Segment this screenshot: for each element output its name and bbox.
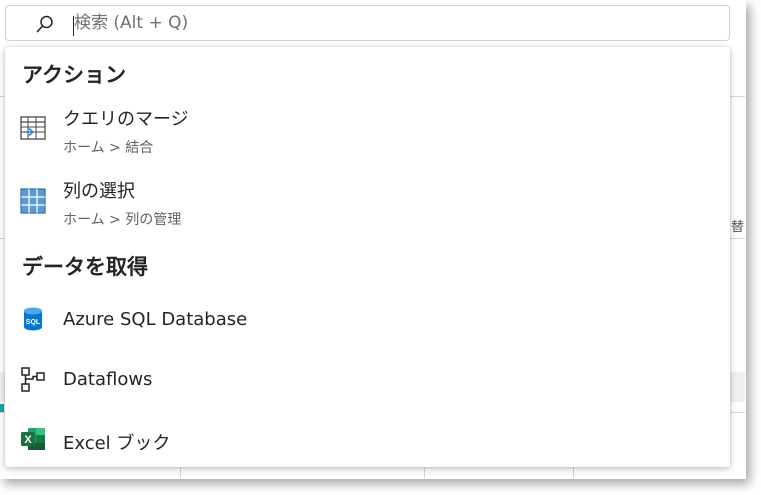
text-caret	[73, 16, 74, 36]
background-accent-bar	[0, 404, 4, 412]
result-item-label: Excel ブック	[63, 433, 171, 454]
dataflows-icon	[21, 367, 45, 392]
section-header-actions: アクション	[22, 63, 126, 87]
result-item-choose-columns[interactable]: 列の選択 ホーム > 列の管理	[5, 171, 730, 235]
result-item-path: ホーム > 列の管理	[63, 212, 182, 228]
svg-text:SQL: SQL	[26, 319, 41, 326]
search-input[interactable]	[70, 9, 710, 37]
choose-columns-icon	[20, 188, 46, 214]
result-item-path: ホーム > 結合	[63, 140, 154, 156]
search-icon	[36, 15, 53, 33]
merge-queries-icon	[20, 116, 46, 140]
excel-workbook-icon: X	[21, 428, 45, 450]
result-item-label: Dataflows	[63, 369, 153, 390]
result-item-excel-workbook[interactable]: X Excel ブック	[5, 417, 730, 463]
result-item-label: 列の選択	[63, 181, 135, 202]
result-item-azure-sql-database[interactable]: SQL Azure SQL Database	[5, 297, 730, 343]
azure-sql-database-icon: SQL	[24, 307, 42, 331]
search-results-dropdown: アクション クエリのマージ ホーム > 結合 列の選択 ホーム > 列の管理 デ…	[5, 47, 730, 467]
result-item-merge-queries[interactable]: クエリのマージ ホーム > 結合	[5, 99, 730, 163]
result-item-label: Azure SQL Database	[63, 309, 248, 330]
result-item-label: クエリのマージ	[63, 109, 189, 130]
svg-text:X: X	[24, 434, 32, 446]
search-box[interactable]	[5, 5, 730, 41]
background-fragment-label: 替	[731, 220, 745, 235]
section-header-get-data: データを取得	[22, 255, 148, 279]
result-item-dataflows[interactable]: Dataflows	[5, 357, 730, 403]
